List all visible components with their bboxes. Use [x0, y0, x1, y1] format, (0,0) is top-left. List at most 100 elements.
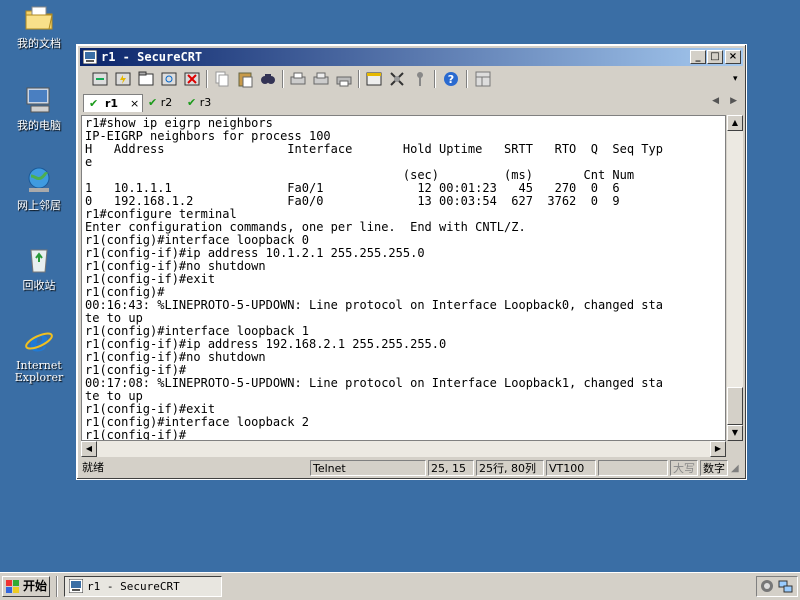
securecrt-app-icon [82, 49, 98, 65]
help-icon[interactable]: ? [441, 69, 461, 89]
desktop-icon-network[interactable]: 网上邻居 [3, 164, 75, 212]
terminal-line: r1(config-if)#ip address 10.1.2.1 255.25… [85, 246, 425, 260]
taskbar: 开始 r1 - SecureCRT [0, 572, 800, 600]
recycle-bin-icon [23, 244, 55, 276]
status-bar: 就绪 Telnet 25, 15 25行, 80列 VT100 大写 数字 ◢ [80, 459, 743, 477]
terminal-line: te to up [85, 311, 143, 325]
terminal-line: 00:17:08: %LINEPROTO-5-UPDOWN: Line prot… [85, 376, 663, 390]
status-ready: 就绪 [82, 461, 104, 474]
vertical-scrollbar[interactable]: ▲ ▼ [727, 115, 743, 441]
desktop-icon-label: 我的电脑 [17, 119, 61, 132]
desktop-icon-label: 我的文档 [17, 37, 61, 50]
terminal-area[interactable]: r1#show ip eigrp neighbors IP-EIGRP neig… [81, 115, 726, 441]
toolbar-overflow-chevron-icon[interactable]: ▾ [733, 71, 741, 87]
connected-check-icon: ✔ [187, 96, 197, 109]
key-icon[interactable] [410, 69, 430, 89]
scroll-left-arrow-icon[interactable]: ◀ [81, 441, 97, 457]
status-emulation: VT100 [546, 460, 596, 476]
terminal-line: r1(config-if)#exit [85, 272, 216, 286]
resize-grip-icon[interactable]: ◢ [731, 463, 743, 475]
window-layout-icon[interactable] [473, 69, 493, 89]
tab-close-icon[interactable]: × [130, 95, 139, 113]
global-options-icon[interactable] [387, 69, 407, 89]
windows-logo-icon [6, 580, 20, 600]
paste-icon[interactable] [235, 69, 255, 89]
connect-tab-icon[interactable] [136, 69, 156, 89]
taskbar-separator [56, 576, 58, 597]
terminal-line: r1#show ip eigrp neighbors [85, 116, 273, 130]
scroll-thumb[interactable] [727, 387, 743, 425]
securecrt-app-icon [68, 578, 84, 599]
terminal-line: r1(config-if)#exit [85, 402, 216, 416]
desktop-icon-my-computer[interactable]: 我的电脑 [3, 84, 75, 132]
system-tray [756, 576, 798, 597]
toolbar-separator [466, 70, 468, 88]
securecrt-window: r1 - SecureCRT _ □ × ? ▾ ✔ r1 × ✔ r2 ✔ r… [76, 44, 747, 480]
session-options-icon[interactable] [364, 69, 384, 89]
close-button[interactable]: × [725, 50, 741, 64]
desktop-icon-label: 网上邻居 [17, 199, 61, 212]
desktop-icon-label: Internet Explorer [14, 359, 64, 384]
minimize-button[interactable]: _ [690, 50, 706, 64]
start-label: 开始 [23, 579, 48, 593]
terminal-line: IP-EIGRP neighbors for process 100 [85, 129, 331, 143]
tab-prev-arrow-icon[interactable]: ◀ [712, 96, 719, 106]
status-num-lock: 数字 [700, 460, 728, 476]
taskbar-item-securecrt[interactable]: r1 - SecureCRT [64, 576, 222, 597]
window-title: r1 - SecureCRT [101, 50, 203, 64]
connected-check-icon: ✔ [89, 97, 99, 110]
printer-icon[interactable] [334, 69, 354, 89]
toolbar-separator [358, 70, 360, 88]
terminal-line: r1(config-if)# [85, 428, 187, 441]
toolbar: ? ▾ [80, 67, 743, 91]
find-icon[interactable] [258, 69, 278, 89]
horizontal-scrollbar[interactable]: ◀ ▶ [81, 441, 726, 457]
copy-icon[interactable] [212, 69, 232, 89]
tab-label: r1 [105, 97, 119, 110]
tab-r1[interactable]: ✔ r1 × [83, 94, 143, 112]
toolbar-separator [434, 70, 436, 88]
terminal-line: r1(config)# [85, 285, 165, 299]
terminal-line: r1(config-if)# [85, 363, 187, 377]
terminal-line: r1(config-if)#no shutdown [85, 350, 266, 364]
session-tabs: ✔ r1 × ✔ r2 ✔ r3 ◀ ▶ [80, 93, 743, 113]
disconnect-icon[interactable] [182, 69, 202, 89]
quick-connect-icon[interactable] [113, 69, 133, 89]
scroll-down-arrow-icon[interactable]: ▼ [727, 425, 743, 441]
maximize-button[interactable]: □ [707, 50, 723, 64]
terminal-line: 1 10.1.1.1 Fa0/1 12 00:01:23 45 270 0 6 [85, 181, 620, 195]
terminal-line: r1(config)#interface loopback 1 [85, 324, 309, 338]
connected-check-icon: ✔ [148, 96, 158, 109]
tray-network-icon[interactable] [778, 579, 793, 598]
computer-icon [23, 84, 55, 116]
desktop-icon-recycle-bin[interactable]: 回收站 [3, 244, 75, 292]
terminal-line: H Address Interface Hold Uptime SRTT RTO… [85, 142, 663, 156]
terminal-line: (sec) (ms) Cnt Num [85, 168, 635, 182]
tab-next-arrow-icon[interactable]: ▶ [730, 96, 737, 106]
status-blank [598, 460, 668, 476]
terminal-line: r1(config)#interface loopback 0 [85, 233, 309, 247]
tray-monitor-icon[interactable] [760, 579, 775, 598]
status-terminal-size: 25行, 80列 [476, 460, 544, 476]
terminal-line: r1(config-if)#no shutdown [85, 259, 266, 273]
desktop-icon-internet-explorer[interactable]: e Internet Explorer [3, 324, 75, 384]
start-button[interactable]: 开始 [2, 576, 50, 597]
window-titlebar[interactable]: r1 - SecureCRT _ □ × [80, 48, 743, 66]
reconnect-icon[interactable] [159, 69, 179, 89]
tab-r2[interactable]: ✔ r2 [148, 94, 180, 112]
terminal-line: 00:16:43: %LINEPROTO-5-UPDOWN: Line prot… [85, 298, 663, 312]
scroll-up-arrow-icon[interactable]: ▲ [727, 115, 743, 131]
connect-icon[interactable] [90, 69, 110, 89]
print-icon[interactable] [288, 69, 308, 89]
status-protocol: Telnet [310, 460, 426, 476]
network-globe-icon [23, 164, 55, 196]
scroll-right-arrow-icon[interactable]: ▶ [710, 441, 726, 457]
status-caps-lock: 大写 [670, 460, 698, 476]
print-selection-icon[interactable] [311, 69, 331, 89]
svg-text:?: ? [448, 73, 454, 86]
terminal-line: r1(config)#interface loopback 2 [85, 415, 309, 429]
tab-r3[interactable]: ✔ r3 [187, 94, 219, 112]
internet-explorer-icon: e [23, 324, 55, 359]
desktop-icon-my-documents[interactable]: 我的文档 [3, 2, 75, 50]
tab-label: r3 [199, 96, 212, 109]
